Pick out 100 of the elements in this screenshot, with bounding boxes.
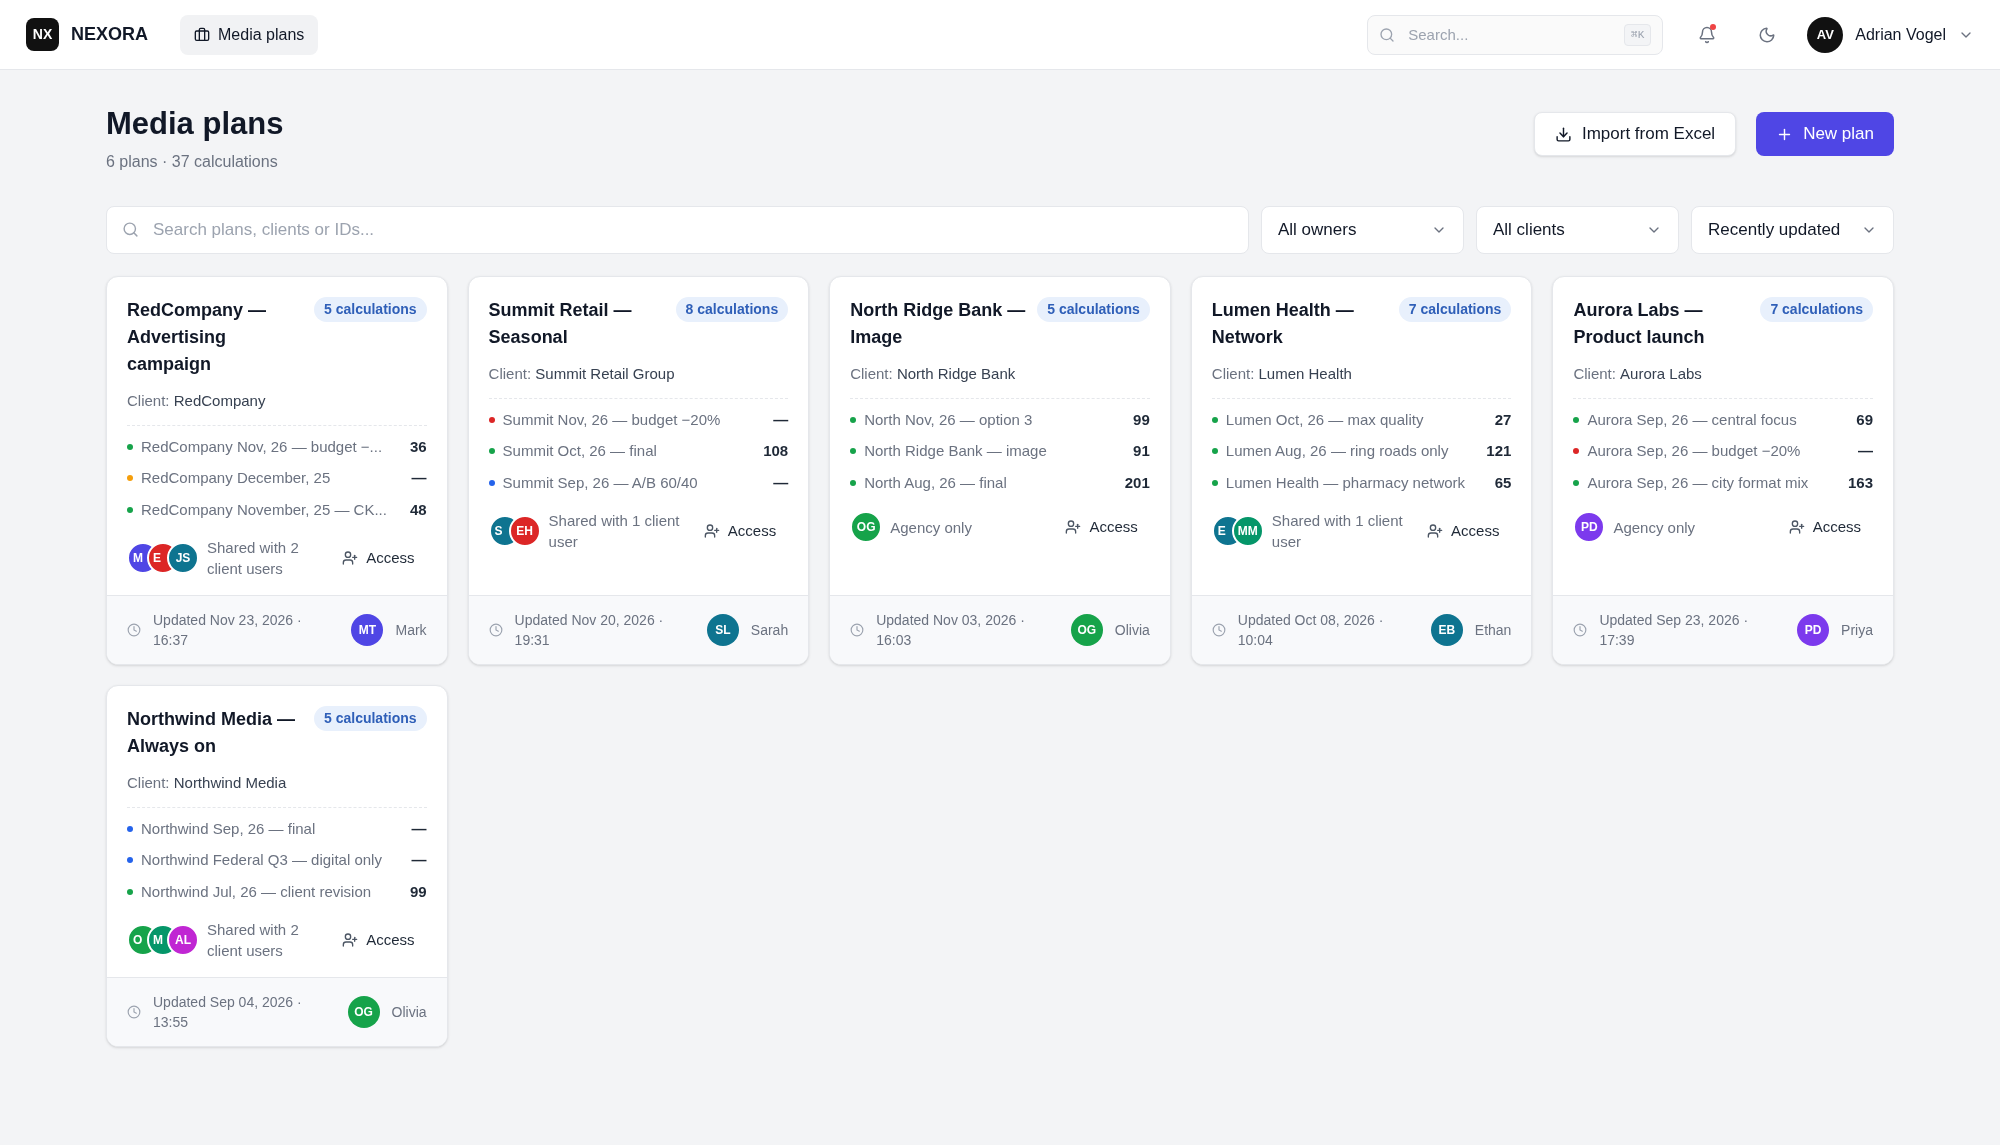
calculation-row[interactable]: RedCompany Nov, 26 — budget −... 36	[127, 435, 427, 458]
calculations-count: 7 calculations	[1398, 297, 1512, 322]
user-plus-icon	[342, 550, 359, 566]
plan-card[interactable]	[829, 276, 1171, 665]
calculation-row[interactable]: Aurora Sep, 26 — city format mix 163	[1573, 471, 1873, 494]
calculations-count: 7 calculations	[1760, 297, 1873, 322]
plan-title: Summit Retail — Seasonal	[488, 299, 633, 349]
calculation-row[interactable]: North Nov, 26 — option 3 99	[850, 408, 1150, 431]
access-button[interactable]: Access	[330, 540, 427, 576]
owner-name: Olivia	[1114, 620, 1150, 640]
calculation-row[interactable]: RedCompany December, 25 —	[127, 467, 427, 490]
access-button[interactable]: Access	[691, 513, 789, 549]
plan-title: North Ridge Bank — Image	[850, 299, 1026, 349]
owner-avatar: MT	[351, 614, 384, 646]
user-avatar[interactable]: AV	[1807, 16, 1844, 53]
calculation-value: 99	[1133, 409, 1150, 430]
plan-title: Northwind Media — Always on	[127, 708, 296, 758]
calculation-name: Northwind Jul, 26 — client revision	[141, 881, 373, 902]
new-plan-button[interactable]: New plan	[1756, 112, 1894, 156]
user-plus-icon	[342, 932, 359, 948]
clock-icon	[1211, 623, 1226, 637]
updated-time: Updated Nov 20, 2026 · 19:31	[514, 611, 665, 650]
calculation-row[interactable]: RedCompany November, 25 — CK... 48	[127, 498, 427, 521]
sharing-text: Shared with 1 client user	[1271, 511, 1404, 552]
access-button[interactable]: Access	[330, 922, 427, 958]
moon-icon	[1758, 25, 1777, 44]
calculation-name: Lumen Health — pharmacy network	[1225, 472, 1467, 493]
import-button[interactable]: Import from Excel	[1533, 112, 1737, 156]
calculation-value: 48	[409, 499, 427, 520]
calculation-value: 65	[1494, 472, 1512, 493]
calculation-row[interactable]: Summit Oct, 26 — final 108	[488, 440, 789, 463]
calculation-name: Aurora Sep, 26 — central focus	[1587, 409, 1798, 430]
owner-name: Sarah	[750, 620, 789, 640]
filter-select[interactable]: Recently updated	[1691, 206, 1894, 254]
page-title: Media plans	[106, 105, 284, 143]
calculation-name: Aurora Sep, 26 — budget −20%	[1587, 441, 1802, 461]
calculation-name: Lumen Oct, 26 — max quality	[1225, 409, 1425, 430]
client-line: Client: Summit Retail Group	[488, 364, 676, 384]
access-button[interactable]: Access	[1776, 510, 1873, 545]
owner-avatar: EB	[1430, 614, 1463, 646]
avatar: OG	[850, 511, 883, 544]
updated-time: Updated Sep 23, 2026 · 17:39	[1599, 611, 1750, 650]
calculation-name: North Nov, 26 — option 3	[864, 409, 1034, 430]
calculation-name: North Ridge Bank — image	[864, 441, 1048, 461]
calculation-row[interactable]: Aurora Sep, 26 — budget −20% —	[1573, 440, 1873, 463]
owner-avatar: OG	[347, 996, 380, 1028]
plan-card[interactable]	[106, 685, 448, 1047]
calculation-row[interactable]: Lumen Health — pharmacy network 65	[1211, 471, 1512, 494]
clock-icon	[127, 1005, 141, 1019]
user-plus-icon	[1065, 519, 1082, 536]
plan-card[interactable]	[467, 276, 810, 665]
user-plus-icon	[1427, 523, 1444, 539]
calculation-value: 99	[409, 881, 427, 902]
calculation-value: —	[411, 818, 427, 839]
calculation-row[interactable]: Aurora Sep, 26 — central focus 69	[1573, 408, 1873, 431]
owner-avatar: PD	[1797, 614, 1830, 646]
calculation-name: RedCompany December, 25	[141, 468, 332, 488]
calculation-name: Northwind Federal Q3 — digital only	[141, 850, 383, 870]
briefcase-icon	[194, 26, 210, 43]
updated-time: Updated Sep 04, 2026 · 13:55	[153, 993, 303, 1032]
calculation-name: Lumen Aug, 26 — ring roads only	[1225, 441, 1450, 461]
plan-card[interactable]	[1190, 276, 1533, 665]
clock-icon	[850, 623, 865, 637]
plan-card[interactable]	[106, 276, 448, 665]
calculation-row[interactable]: North Aug, 26 — final 201	[850, 471, 1150, 494]
calculation-row[interactable]: Northwind Sep, 26 — final —	[127, 817, 427, 840]
calculation-row[interactable]: Lumen Oct, 26 — max quality 27	[1211, 408, 1512, 431]
plan-card[interactable]	[1552, 276, 1894, 665]
client-line: Client: Aurora Labs	[1573, 364, 1703, 384]
avatar: MM	[1231, 515, 1264, 547]
clock-icon	[1573, 623, 1588, 637]
avatar: AL	[167, 924, 199, 956]
sharing-text: Shared with 1 client user	[548, 511, 681, 552]
calculation-row[interactable]: Northwind Federal Q3 — digital only —	[127, 849, 427, 872]
shortcut-key: ⌘K	[1624, 23, 1652, 46]
calculation-row[interactable]: North Ridge Bank — image 91	[850, 440, 1150, 463]
plan-title: Aurora Labs — Product launch	[1573, 299, 1706, 349]
user-plus-icon	[703, 523, 720, 539]
filter-select[interactable]: All owners	[1261, 206, 1464, 254]
updated-time: Updated Oct 08, 2026 · 10:04	[1237, 611, 1385, 650]
bell-icon	[1698, 25, 1717, 44]
user-name[interactable]: Adrian Vogel	[1855, 22, 1946, 47]
calculation-name: Northwind Sep, 26 — final	[141, 818, 317, 839]
nav-tab[interactable]: Media plans	[180, 14, 319, 55]
calculation-row[interactable]: Lumen Aug, 26 — ring roads only 121	[1211, 440, 1512, 463]
calculation-name: Summit Sep, 26 — A/B 60/40	[502, 472, 699, 493]
access-button[interactable]: Access	[1053, 510, 1150, 545]
calculation-value: —	[411, 468, 427, 488]
calculation-row[interactable]: Summit Sep, 26 — A/B 60/40 —	[488, 471, 789, 494]
calculation-value: 108	[763, 441, 789, 461]
plans-search-field[interactable]: Search plans, clients or IDs...	[106, 206, 1249, 254]
access-button[interactable]: Access	[1415, 513, 1512, 549]
calculation-name: RedCompany November, 25 — CK...	[141, 499, 388, 520]
sharing-text: Agency only	[1613, 517, 1697, 538]
search-icon	[122, 221, 139, 238]
clock-icon	[127, 623, 141, 637]
calculation-row[interactable]: Northwind Jul, 26 — client revision 99	[127, 880, 427, 903]
calculation-row[interactable]: Summit Nov, 26 — budget −20% —	[488, 408, 789, 431]
calculation-value: 91	[1133, 441, 1150, 461]
filter-select[interactable]: All clients	[1476, 206, 1679, 254]
